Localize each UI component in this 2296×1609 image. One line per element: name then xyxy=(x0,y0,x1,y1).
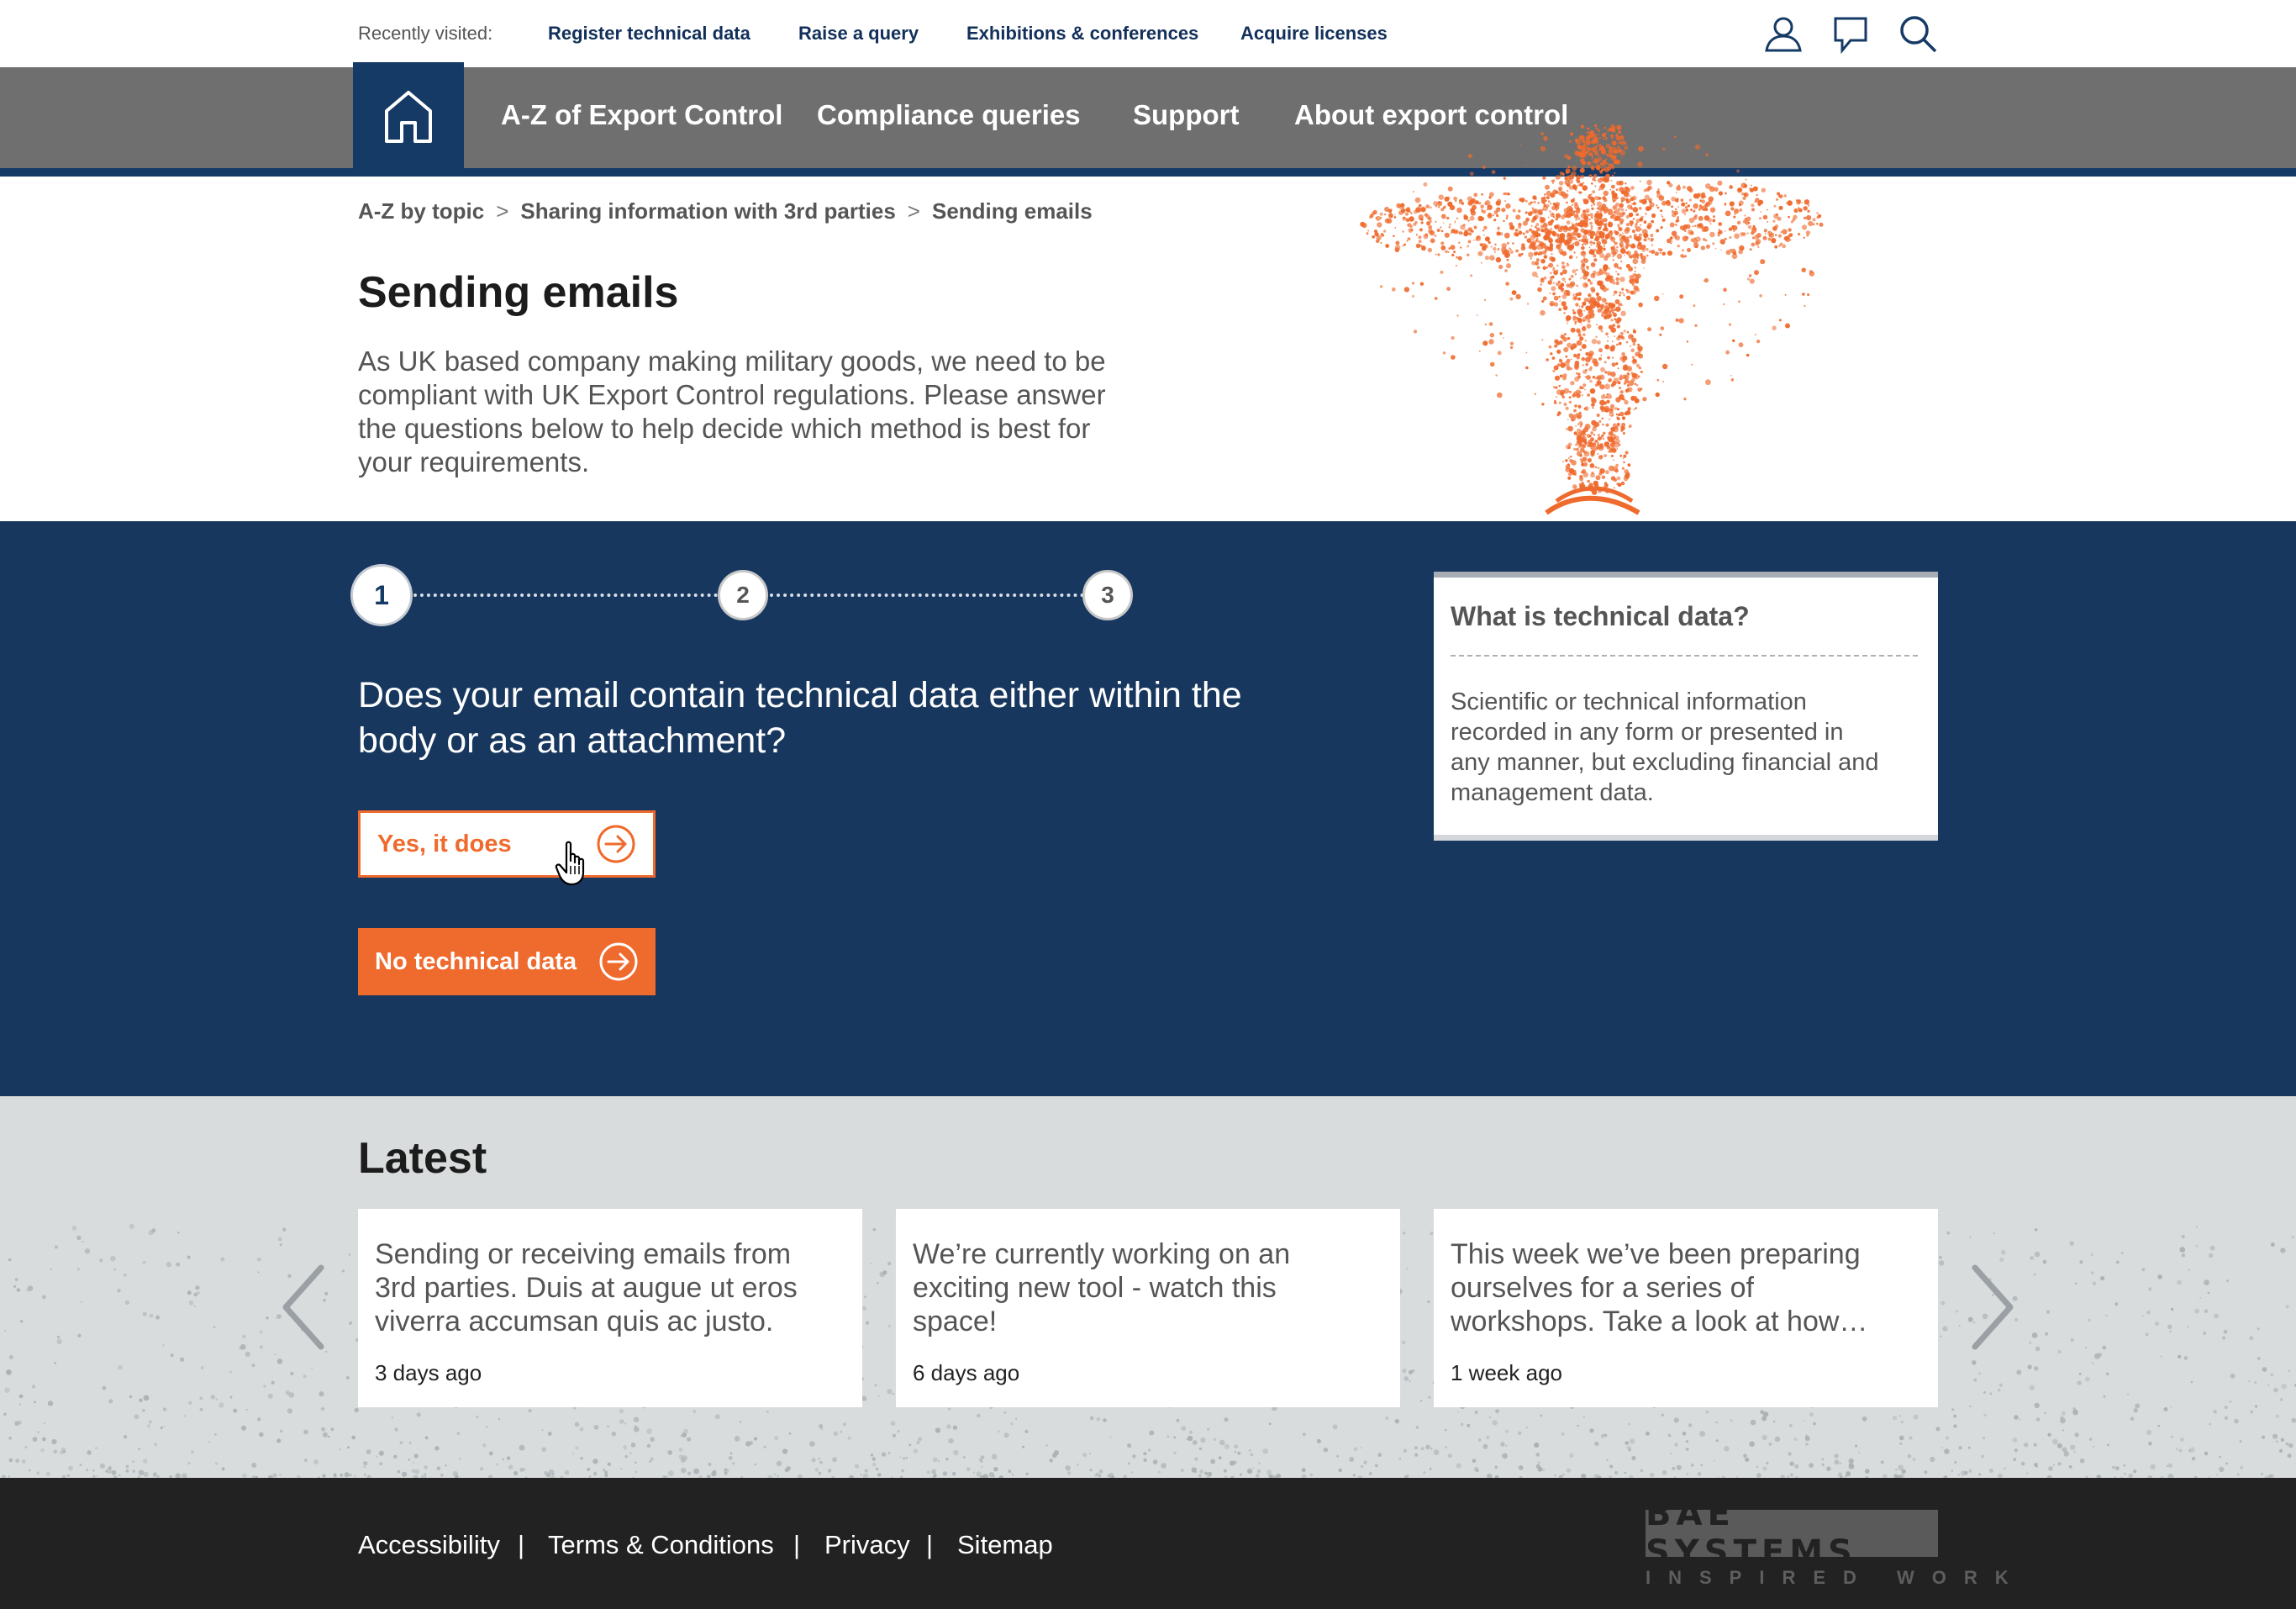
answer-no-label: No technical data xyxy=(375,947,577,975)
recent-link-register-technical-data[interactable]: Register technical data xyxy=(548,23,750,45)
footer-link-accessibility[interactable]: Accessibility xyxy=(358,1530,500,1560)
footer-link-privacy[interactable]: Privacy xyxy=(824,1530,910,1560)
footer-separator: | xyxy=(793,1530,801,1559)
home-button[interactable] xyxy=(353,62,464,171)
stepper-connector xyxy=(770,593,1084,597)
footer-link-terms[interactable]: Terms & Conditions xyxy=(548,1530,774,1560)
page-title: Sending emails xyxy=(358,268,679,317)
definition-card-body: Scientific or technical information reco… xyxy=(1451,688,1879,806)
definition-card-divider xyxy=(1451,655,1918,657)
nav-item-compliance-queries[interactable]: Compliance queries xyxy=(817,99,1081,131)
arrow-right-circle-icon xyxy=(599,942,638,981)
footer-separator: | xyxy=(518,1530,525,1559)
search-icon[interactable] xyxy=(1898,13,1938,54)
question-text: Does your email contain technical data e… xyxy=(358,675,1242,761)
page-intro: As UK based company making military good… xyxy=(358,346,1106,477)
answer-yes-button[interactable]: Yes, it does xyxy=(358,810,656,878)
recent-link-raise-a-query[interactable]: Raise a query xyxy=(798,23,919,45)
news-card-text: We’re currently working on an exciting n… xyxy=(913,1238,1291,1337)
news-card[interactable]: This week we’ve been preparing ourselves… xyxy=(1434,1209,1938,1407)
hero-figure-illustration xyxy=(1360,124,1824,515)
news-card[interactable]: Sending or receiving emails from 3rd par… xyxy=(358,1209,862,1407)
nav-item-a-z-export-control[interactable]: A-Z of Export Control xyxy=(501,99,782,131)
recent-link-exhibitions[interactable]: Exhibitions & conferences xyxy=(966,23,1198,45)
breadcrumb-current: Sending emails xyxy=(931,198,1093,224)
breadcrumb-a-z-by-topic[interactable]: A-Z by topic xyxy=(358,198,484,224)
user-icon[interactable] xyxy=(1763,13,1804,54)
utility-bar: Recently visited: Register technical dat… xyxy=(0,0,2296,67)
home-icon xyxy=(385,91,432,143)
brand-tagline: INSPIRED WORK xyxy=(1646,1567,2026,1588)
recently-visited-label: Recently visited: xyxy=(358,23,493,44)
nav-underline xyxy=(0,168,2296,177)
footer-link-sitemap[interactable]: Sitemap xyxy=(957,1530,1053,1560)
step-2[interactable]: 2 xyxy=(718,570,768,620)
breadcrumb: A-Z by topic > Sharing information with 3r… xyxy=(358,198,1093,224)
footer: Accessibility | Terms & Conditions | Pri… xyxy=(0,1478,2296,1609)
feedback-icon[interactable] xyxy=(1830,13,1871,55)
news-card-text: This week we’ve been preparing ourselves… xyxy=(1451,1238,1868,1337)
news-card-text: Sending or receiving emails from 3rd par… xyxy=(375,1238,798,1337)
news-card-timestamp: 1 week ago xyxy=(1451,1360,1562,1385)
latest-title: Latest xyxy=(358,1134,487,1183)
step-1[interactable]: 1 xyxy=(353,567,410,624)
breadcrumb-separator: > xyxy=(907,198,920,224)
hand-cursor-icon xyxy=(555,841,585,886)
news-card-timestamp: 6 days ago xyxy=(913,1360,1020,1385)
arrow-right-circle-icon xyxy=(597,825,635,863)
question-section xyxy=(0,521,2296,1096)
footer-separator: | xyxy=(926,1530,934,1559)
nav-item-support[interactable]: Support xyxy=(1133,99,1239,131)
carousel-next-chevron-icon[interactable] xyxy=(1967,1261,2019,1353)
breadcrumb-sharing-information[interactable]: Sharing information with 3rd parties xyxy=(520,198,895,224)
step-3[interactable]: 3 xyxy=(1082,570,1133,620)
definition-card: What is technical data? Scientific or te… xyxy=(1434,572,1938,841)
definition-card-title: What is technical data? xyxy=(1451,601,1750,631)
news-card-timestamp: 3 days ago xyxy=(375,1360,482,1385)
brand-logo: BAE SYSTEMS INSPIRED WORK xyxy=(1646,1495,2026,1589)
carousel-prev-chevron-icon[interactable] xyxy=(277,1261,329,1353)
brand-name: BAE SYSTEMS xyxy=(1646,1495,1938,1572)
recent-link-acquire-licenses[interactable]: Acquire licenses xyxy=(1240,23,1388,45)
news-card[interactable]: We’re currently working on an exciting n… xyxy=(896,1209,1400,1407)
breadcrumb-separator: > xyxy=(496,198,509,224)
latest-section: Latest Sending or receiving emails from … xyxy=(0,1096,2296,1478)
stepper-connector xyxy=(413,593,718,597)
answer-no-button[interactable]: No technical data xyxy=(358,928,656,995)
